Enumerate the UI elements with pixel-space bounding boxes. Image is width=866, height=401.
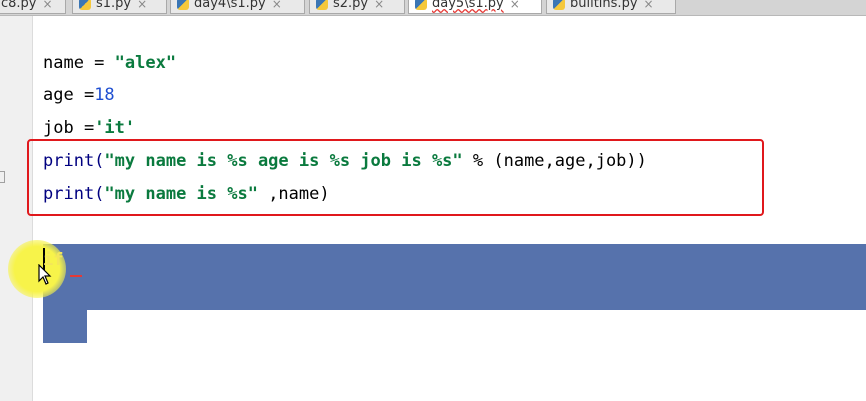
annotation-highlight-box	[27, 139, 764, 216]
tab-s1-py[interactable]: s1.py ×	[72, 0, 167, 14]
text-selection[interactable]	[43, 310, 87, 343]
python-file-icon	[553, 0, 565, 10]
python-file-icon	[316, 0, 328, 10]
tab-label: day5\s1.py	[432, 0, 504, 11]
tab-c8-py[interactable]: c8.py ×	[0, 0, 66, 14]
close-icon[interactable]: ×	[510, 0, 520, 11]
close-icon[interactable]: ×	[43, 0, 53, 11]
code-line-3[interactable]: job ='it'	[43, 116, 135, 140]
text-selection[interactable]	[43, 244, 866, 310]
python-file-icon	[415, 0, 427, 10]
tab-label: s2.py	[333, 0, 369, 11]
tab-label: day4\s1.py	[194, 0, 266, 11]
close-icon[interactable]: ×	[644, 0, 654, 11]
editor-tab-bar: c8.py × s1.py × day4\s1.py × s2.py × day…	[0, 0, 866, 16]
tab-builtins-py[interactable]: builtins.py ×	[546, 0, 676, 14]
code-line-1[interactable]: name = "alex"	[43, 51, 176, 75]
python-file-icon	[177, 0, 189, 10]
close-icon[interactable]: ×	[137, 0, 147, 11]
number-literal: 18	[94, 85, 115, 105]
fold-marker-icon[interactable]	[0, 171, 5, 183]
string-literal: 'it'	[94, 118, 136, 138]
close-icon[interactable]: ×	[374, 0, 384, 11]
tab-day5-s1-py[interactable]: day5\s1.py ×	[408, 0, 542, 14]
tab-label: s1.py	[96, 0, 132, 11]
tab-label: c8.py	[1, 0, 37, 11]
error-squiggle	[70, 272, 82, 277]
code-token: age =	[43, 85, 95, 105]
tab-label: builtins.py	[570, 0, 638, 11]
code-token: job =	[43, 118, 95, 138]
tab-s2-py[interactable]: s2.py ×	[309, 0, 405, 14]
python-file-icon	[79, 0, 91, 10]
code-editor[interactable]: name = "alex" age =18 job ='it' print("m…	[8, 16, 866, 401]
mouse-pointer-icon	[38, 264, 52, 285]
tab-day4-s1-py[interactable]: day4\s1.py ×	[170, 0, 305, 14]
code-line-2[interactable]: age =18	[43, 83, 115, 107]
close-icon[interactable]: ×	[272, 0, 282, 11]
string-literal: "alex"	[114, 53, 177, 73]
code-token: name =	[43, 53, 115, 73]
